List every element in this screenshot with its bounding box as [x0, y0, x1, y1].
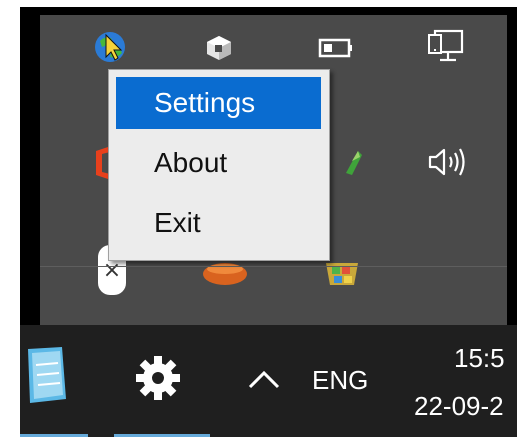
notepad-app-icon[interactable] — [22, 345, 70, 405]
language-indicator[interactable]: ENG — [312, 365, 368, 396]
cube-app-icon[interactable] — [204, 33, 234, 63]
screen: × Settings About Exit ENG 15:5 22-09-2 — [20, 7, 517, 437]
menu-item-about-label: About — [154, 147, 228, 178]
clock-date[interactable]: 22-09-2 — [414, 391, 504, 422]
green-app-icon[interactable] — [342, 147, 362, 177]
network-icon[interactable] — [426, 29, 466, 65]
volume-icon[interactable] — [426, 145, 470, 179]
menu-item-about[interactable]: About — [116, 137, 321, 189]
close-badge-glyph: × — [102, 257, 122, 283]
menu-item-settings[interactable]: Settings — [116, 77, 321, 129]
menu-item-settings-label: Settings — [154, 87, 256, 118]
globe-cursor-app-icon[interactable] — [92, 29, 128, 65]
settings-gear-icon[interactable] — [133, 353, 183, 403]
clock-time[interactable]: 15:5 — [454, 343, 505, 374]
menu-item-exit-label: Exit — [154, 207, 201, 238]
context-menu: Settings About Exit — [108, 69, 330, 261]
orange-app-icon[interactable] — [202, 261, 248, 287]
battery-icon[interactable] — [318, 37, 354, 59]
menu-item-exit[interactable]: Exit — [116, 197, 321, 249]
chevron-up-icon[interactable] — [244, 365, 284, 395]
taskbar: ENG 15:5 22-09-2 — [20, 325, 517, 437]
tray-divider — [40, 266, 507, 267]
